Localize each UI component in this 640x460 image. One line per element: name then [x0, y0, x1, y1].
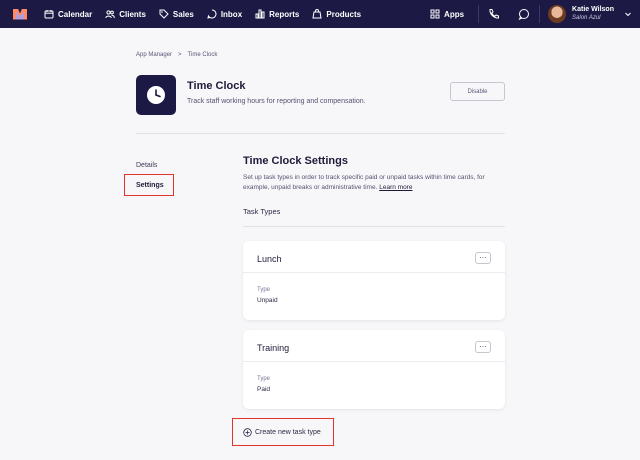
- nav-products[interactable]: Products: [312, 9, 361, 19]
- reports-icon: [255, 9, 265, 19]
- card-divider: [243, 361, 505, 362]
- highlight-settings-tab: [124, 174, 174, 196]
- nav-reports[interactable]: Reports: [255, 9, 299, 19]
- card-divider: [243, 272, 505, 273]
- breadcrumb: App Manager > Time Clock: [136, 52, 217, 58]
- nav-calendar-label: Calendar: [58, 9, 93, 19]
- more-options-button[interactable]: ···: [475, 252, 491, 264]
- nav-apps[interactable]: Apps: [430, 9, 464, 19]
- nav-calendar[interactable]: Calendar: [44, 9, 92, 19]
- avatar: [548, 5, 567, 23]
- breadcrumb-current: Time Clock: [187, 52, 218, 58]
- nav-reports-label: Reports: [269, 9, 300, 19]
- nav-separator: [478, 5, 480, 23]
- user-name: Katie Wilson: [572, 6, 614, 13]
- nav-inbox[interactable]: Inbox: [207, 9, 242, 19]
- top-nav: Calendar Clients Sales Inbox Reports Pro…: [0, 0, 640, 28]
- page-subtitle: Track staff working hours for reporting …: [187, 98, 366, 105]
- nav-clients[interactable]: Clients: [105, 9, 146, 19]
- user-salon: Salon Azul: [572, 15, 601, 21]
- task-types-label: Task Types: [243, 207, 281, 216]
- products-icon: [312, 9, 322, 19]
- brand-logo[interactable]: [13, 8, 27, 20]
- inbox-icon: [207, 9, 217, 19]
- apps-grid-icon: [430, 9, 440, 19]
- task-card: Training ··· Type Paid: [243, 330, 505, 409]
- chat-icon[interactable]: [518, 8, 530, 20]
- user-menu[interactable]: Katie Wilson Salon Azul: [548, 5, 632, 23]
- clients-icon: [105, 10, 116, 19]
- nav-sales[interactable]: Sales: [159, 9, 194, 19]
- breadcrumb-separator: >: [178, 52, 182, 58]
- header-divider: [136, 133, 505, 134]
- nav-products-label: Products: [326, 9, 362, 19]
- more-options-button[interactable]: ···: [475, 341, 491, 353]
- sales-icon: [159, 9, 169, 19]
- tab-details[interactable]: Details: [136, 162, 157, 169]
- settings-description-text: Set up task types in order to track spec…: [243, 174, 485, 191]
- task-name: Lunch: [257, 254, 282, 264]
- learn-more-link[interactable]: Learn more: [379, 184, 412, 191]
- breadcrumb-root[interactable]: App Manager: [136, 52, 172, 58]
- calendar-icon: [44, 10, 54, 19]
- highlight-create-button: [232, 418, 334, 446]
- nav-right: Apps Katie Wilson Salon Azul: [430, 0, 640, 28]
- phone-icon[interactable]: [488, 8, 500, 20]
- task-type-value: Unpaid: [257, 297, 278, 304]
- settings-title: Time Clock Settings: [243, 155, 348, 167]
- task-type-label: Type: [257, 376, 271, 382]
- clock-icon: [147, 86, 165, 104]
- user-info: Katie Wilson Salon Azul: [572, 6, 614, 22]
- chevron-down-icon: [625, 12, 631, 17]
- task-card: Lunch ··· Type Unpaid: [243, 241, 505, 320]
- nav-separator-2: [539, 5, 541, 23]
- task-type-label: Type: [257, 287, 271, 293]
- nav-apps-label: Apps: [444, 9, 465, 19]
- task-type-value: Paid: [257, 386, 271, 393]
- app-icon: [136, 75, 176, 115]
- task-types-divider: [243, 226, 505, 227]
- settings-description: Set up task types in order to track spec…: [243, 173, 505, 192]
- nav-inbox-label: Inbox: [220, 9, 243, 19]
- disable-button[interactable]: Disable: [450, 82, 505, 101]
- nav-sales-label: Sales: [172, 9, 194, 19]
- task-name: Training: [257, 343, 290, 353]
- page-title: Time Clock: [187, 80, 246, 92]
- nav-clients-label: Clients: [119, 9, 146, 19]
